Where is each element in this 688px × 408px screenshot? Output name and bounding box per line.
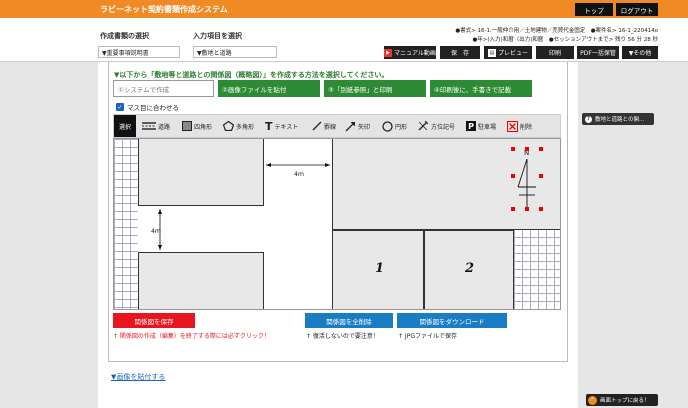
document-icon: ▤ [487,48,496,57]
tool-compass-label: 方位記号 [431,123,456,131]
delete-all-button[interactable]: 関係図を全削除 [305,313,393,328]
tool-parking-label: 駐車場 [478,123,497,131]
top-bar: ラビーネット契約書類作成システム トップ ログアウト [0,0,688,18]
tool-delete-label: 削除 [520,123,533,131]
fit-grid-label: マス目に合わせる [127,104,179,112]
handle-bl[interactable] [511,207,515,211]
doc-select[interactable]: ▼重要事項説明書 [98,46,180,58]
preview-button[interactable]: ▤ プレビュー [484,46,532,59]
download-note: ↑ JPGファイルで保存 [398,333,457,340]
tool-delete[interactable]: 削除 [507,115,532,137]
session-info: ●年>(入力)和暦（出力)和暦 ●セッションアウトまで> 残り 56 分 28 … [472,37,659,43]
doc-select-label: 作成書類の選択 [100,32,149,40]
tool-road[interactable]: 道路 [142,115,170,137]
delete-x-icon [507,120,518,132]
tool-polygon-label: 多角形 [236,123,255,131]
chevron-up-icon: ⌃ [588,395,597,405]
arrow-icon [345,121,355,131]
item-select[interactable]: ▼敷地と道路 [193,46,277,58]
tool-select[interactable]: 選択 [114,115,136,137]
top-button[interactable]: トップ [575,3,613,16]
save-button[interactable]: 保 存 [440,46,480,59]
handle-ml[interactable] [511,174,515,178]
tool-circle-label: 円形 [395,123,408,131]
handle-bc[interactable] [525,207,529,211]
help-button-label: 敷地と道路との関… [595,117,645,123]
tool-text[interactable]: T テキスト [265,115,298,137]
handle-tr[interactable] [539,147,543,151]
handle-br[interactable] [539,207,543,211]
print-button[interactable]: 印刷 [536,46,574,59]
method-handwrite-button[interactable]: ④印刷後に、手書きで記載 [430,80,532,97]
method-separate-button[interactable]: ③「別紙参照」と印刷 [324,80,426,97]
compass-symbol [517,158,536,207]
method-system-button[interactable]: ①システムで作成 [113,80,214,97]
method-image-button[interactable]: ②画像ファイルを貼付 [218,80,320,97]
circle-icon [382,120,393,132]
tool-arrow-label: 矢印 [358,123,371,131]
back-to-top-button[interactable]: ⌃ 画面トップに戻る！ [586,394,658,406]
tool-road-label: 道路 [158,123,171,131]
video-icon: ▶ [384,48,393,57]
handle-tl[interactable] [511,147,515,151]
line-icon [312,121,322,131]
tool-compass[interactable]: 方位記号 [417,115,455,137]
others-dropdown[interactable]: ▼その他 [622,46,658,59]
tool-line[interactable]: 罫線 [312,115,336,137]
manual-video-button[interactable]: ▶ マニュアル動画 [384,46,436,59]
handle-mr[interactable] [539,174,543,178]
dimension-horizontal-label: 4ｍ [294,171,304,178]
square-icon [182,121,192,131]
help-icon: ? [585,115,592,123]
app-title: ラビーネット契約書類作成システム [100,5,228,14]
tool-line-label: 罫線 [324,123,337,131]
tool-rect[interactable]: 四角形 [182,115,212,137]
drawing-toolbar: 選択 道路 四角形 多角形 T テキスト 罫線 矢印 円形 方位記号 P 駐車場… [113,114,561,138]
fit-grid-checkbox[interactable]: ✓ [116,103,124,111]
pdf-batch-button[interactable]: PDF一括保管 [577,46,619,59]
format-info: ●書式> 16-1.一般仲介用／土地建物／売買代金固定 ●案件名> 16-1_2… [455,28,658,34]
tool-rect-label: 四角形 [194,123,213,131]
manual-video-label: マニュアル動画 [394,50,436,57]
pentagon-icon [223,121,234,131]
delete-note: ↑ 復活しないので要注意！ [306,333,379,340]
tool-polygon[interactable]: 多角形 [223,115,254,137]
download-diagram-button[interactable]: 関係図をダウンロード [397,313,507,328]
tool-text-label: テキスト [274,123,299,131]
save-note: ↑ 関係図の作成（編集）を終了する際には必ずクリック！ [113,333,270,340]
drawing-canvas[interactable]: 1 2 4ｍ 4ｍ N [113,138,561,310]
item-select-label: 入力項目を選択 [193,32,242,40]
paste-image-link[interactable]: ▼画像を貼付する [111,372,165,382]
text-t-icon: T [265,119,273,133]
tool-circle[interactable]: 円形 [382,115,407,137]
compass-icon [418,120,429,131]
logout-button[interactable]: ログアウト [616,3,658,16]
instruction-text: ▼以下から「敷地等と道路との関係図（概略図）」を作成する方法を選択してください。 [114,71,389,79]
preview-label: プレビュー [497,50,528,57]
dimension-vertical-label: 4ｍ [151,228,161,235]
fit-grid-row: ✓ マス目に合わせる [116,102,179,112]
handle-tc[interactable] [525,147,529,151]
back-to-top-label: 画面トップに戻る！ [600,398,650,404]
tool-parking[interactable]: P 駐車場 [466,115,496,137]
road-icon [142,122,156,130]
help-button-site-road[interactable]: ? 敷地と道路との関… [582,113,654,125]
dimension-lines [158,163,330,250]
tool-arrow[interactable]: 矢印 [345,115,370,137]
north-compass[interactable]: N [511,145,543,211]
parking-icon: P [466,121,476,131]
save-diagram-button[interactable]: 関係図を保存 [113,313,195,328]
